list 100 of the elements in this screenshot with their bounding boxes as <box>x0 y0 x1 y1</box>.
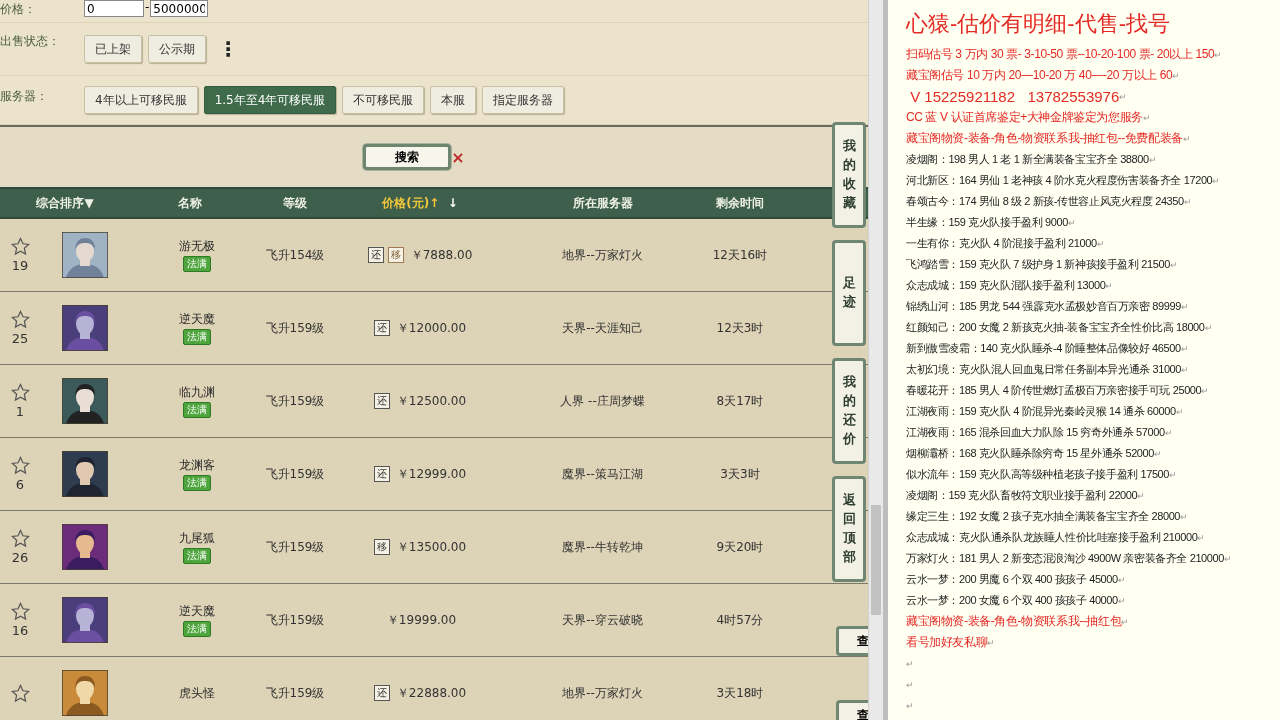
scrollbar[interactable] <box>868 0 883 720</box>
server-option[interactable]: 指定服务器 <box>482 86 565 114</box>
text-line: 烟柳灞桥：168 克火队睡杀除穷奇 15 星外通杀 52000 <box>906 446 1154 461</box>
level-text: 飞升159级 <box>264 465 326 483</box>
server-option[interactable]: 本服 <box>430 86 477 114</box>
server-option[interactable]: 不可移民服 <box>342 86 425 114</box>
side-tab[interactable]: 我的还价 <box>832 358 866 464</box>
column-header: 名称 <box>178 194 202 212</box>
star-icon[interactable] <box>10 529 30 548</box>
server-text: 魔界--牛转乾坤 <box>561 538 644 556</box>
side-tab[interactable]: 足迹 <box>832 240 866 346</box>
status-badge: 法满 <box>183 548 211 564</box>
favorite-count: 16 <box>11 623 29 638</box>
text-line: 红颜知己：200 女魔 2 新孩克火抽-装备宝宝齐全性价比高 18000 <box>906 320 1205 335</box>
price-max-field[interactable]: 5000000 <box>150 0 209 17</box>
status-badge: 法满 <box>183 256 211 272</box>
price-text: ￥22888.00 <box>396 684 467 702</box>
character-name[interactable]: 龙渊客 <box>179 457 215 474</box>
tag: 还 <box>367 247 384 263</box>
paragraph-mark: ↵ <box>1169 469 1178 480</box>
star-icon[interactable] <box>10 602 30 621</box>
star-icon[interactable] <box>10 237 30 256</box>
favorite-count: 6 <box>15 477 25 492</box>
status-badge: 法满 <box>183 329 211 345</box>
paragraph-mark: ↵ <box>1181 364 1190 375</box>
server-text: 地界--万家灯火 <box>561 684 644 702</box>
query-button[interactable]: 查 <box>836 626 868 656</box>
text-line: 扫码估号 3 万内 30 票- 3-10-50 票--10-20-100 票- 20以上 150 <box>906 46 1215 63</box>
text-line: 藏宝阁物资-装备-角色-物资联系我-抽红包--免费配装备 <box>906 130 1183 147</box>
star-icon[interactable] <box>10 310 30 329</box>
side-tab[interactable]: 返回顶部 <box>832 476 866 582</box>
time-left: 8天17时 <box>715 392 765 410</box>
paragraph-mark: ↵ <box>906 700 914 711</box>
level-text: 飞升159级 <box>264 392 326 410</box>
character-name[interactable]: 虎头怪 <box>179 684 215 702</box>
paragraph-mark: ↵ <box>1223 553 1232 564</box>
server-text: 地界--万家灯火 <box>561 246 644 264</box>
server-option[interactable]: 4年以上可移民服 <box>84 86 198 114</box>
time-left: 9天20时 <box>715 538 765 556</box>
server-text: 天界--天涯知己 <box>561 319 644 337</box>
character-name[interactable]: 九尾狐 <box>179 530 215 547</box>
text-line: 太初幻境：克火队混人回血鬼日常任务副本异光通杀 31000 <box>906 362 1182 377</box>
filter-label: 出售状态： <box>0 33 61 50</box>
text-line: 似水流年：159 克火队高等级种植老孩子接手盈利 17500 <box>906 467 1170 482</box>
paragraph-mark: ↵ <box>1197 532 1206 543</box>
star-icon[interactable] <box>10 683 30 703</box>
clear-button[interactable]: × <box>451 147 465 167</box>
paragraph-mark: ↵ <box>1164 427 1173 438</box>
paragraph-mark: ↵ <box>1183 196 1192 207</box>
range-separator: - <box>145 0 150 14</box>
status-option[interactable]: 已上架 <box>84 35 142 63</box>
character-name[interactable]: 临九渊 <box>179 384 215 401</box>
tag: 移 <box>373 539 390 555</box>
price-min-field[interactable]: 0 <box>84 0 144 17</box>
text-line: 藏宝阁物资-装备-角色-物资联系我--抽红包 <box>906 613 1122 630</box>
filter-label: 服务器： <box>0 88 49 105</box>
query-button[interactable]: 查 <box>836 700 868 720</box>
star-icon[interactable] <box>10 456 30 475</box>
text-line: 凌烟阁：159 克火队畜牧符文职业接手盈利 22000 <box>906 488 1138 503</box>
paragraph-mark: ↵ <box>1180 301 1189 312</box>
paragraph-mark: ↵ <box>1180 511 1189 522</box>
tag: 移 <box>387 247 404 263</box>
level-text: 飞升159级 <box>264 684 326 702</box>
text-line: 春颂古今：174 男仙 8 级 2 新孩-传世容止风克火程度 24350 <box>906 194 1184 209</box>
time-left: 3天3时 <box>719 465 761 483</box>
paragraph-mark: ↵ <box>1117 574 1126 585</box>
sort-header[interactable]: 综合排序▼ <box>36 194 94 212</box>
server-option[interactable]: 1.5年至4年可移民服 <box>203 86 337 114</box>
paragraph-mark: ↵ <box>1096 238 1105 249</box>
paragraph-mark: ↵ <box>1067 217 1076 228</box>
paragraph-mark: ↵ <box>1137 490 1146 501</box>
search-button[interactable]: 搜索 <box>363 144 452 170</box>
level-text: 飞升159级 <box>264 319 326 337</box>
text-line: 藏宝阁估号 10 万内 20—10-20 万 40—-20 万以上 60 <box>906 67 1173 84</box>
sort-header[interactable]: 价格(元)↑ ↓ <box>382 194 458 212</box>
price-text: ￥12500.00 <box>396 392 467 410</box>
server-text: 人界 --庄周梦蝶 <box>559 392 646 410</box>
server-text: 天界--穿云破晓 <box>561 611 644 629</box>
tag: 还 <box>373 685 390 701</box>
paragraph-mark: ↵ <box>1201 385 1210 396</box>
level-text: 飞升159级 <box>264 538 326 556</box>
text-line: 江湖夜雨：165 混杀回血大力队除 15 穷奇外通杀 57000 <box>906 425 1165 440</box>
star-icon[interactable] <box>10 383 30 402</box>
text-line: 众志成城：克火队通杀队龙族睡人性价比哇塞接手盈利 210000 <box>906 530 1198 545</box>
paragraph-mark: ↵ <box>1204 322 1213 333</box>
favorite-count: 19 <box>11 258 29 273</box>
text-line: CC 蓝 V 认证首席鉴定+大神金牌鉴定为您服务 <box>906 109 1143 126</box>
character-name[interactable]: 游无极 <box>179 238 215 255</box>
character-name[interactable]: 逆天魔 <box>179 311 215 328</box>
favorite-count: 26 <box>11 550 29 565</box>
status-option[interactable]: 公示期 <box>148 35 206 63</box>
paragraph-mark: ↵ <box>1180 343 1189 354</box>
price-text: ￥12999.00 <box>396 465 467 483</box>
side-tab[interactable]: 我的收藏 <box>832 122 866 228</box>
text-line: 锦绣山河：185 男龙 544 强霹克水孟极妙音百万亲密 89999 <box>906 299 1181 314</box>
column-header: 等级 <box>283 194 307 212</box>
character-name[interactable]: 逆天魔 <box>179 603 215 620</box>
more-button[interactable]: ⋮ <box>212 37 244 61</box>
column-header: 剩余时间 <box>716 194 764 212</box>
paragraph-mark: ↵ <box>906 658 914 669</box>
